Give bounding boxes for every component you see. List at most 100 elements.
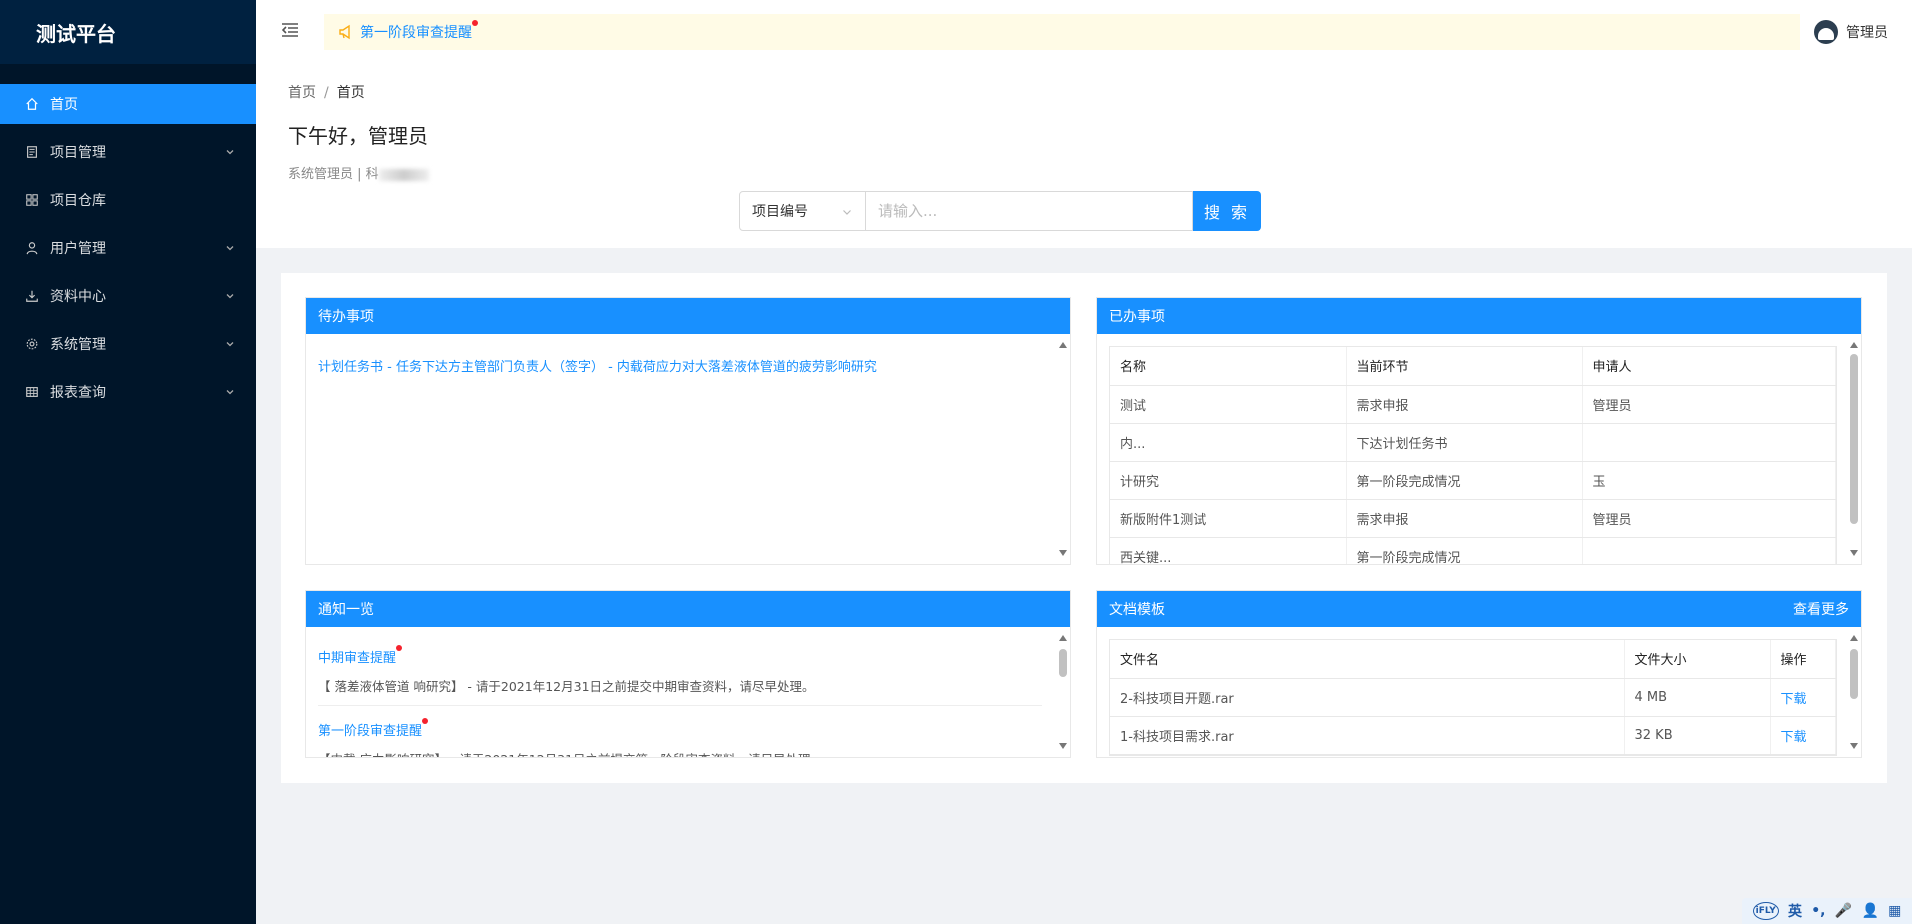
avatar bbox=[1814, 20, 1838, 44]
sidebar-item-user-management[interactable]: 用户管理 bbox=[0, 228, 256, 268]
todo-scrollbar[interactable] bbox=[1058, 342, 1068, 556]
chevron-down-icon bbox=[843, 210, 851, 215]
scroll-up-arrow[interactable] bbox=[1850, 342, 1858, 348]
column-header: 操作 bbox=[1770, 640, 1836, 679]
scroll-down-arrow[interactable] bbox=[1059, 550, 1067, 556]
notice-text[interactable]: 第一阶段审查提醒 bbox=[360, 20, 478, 42]
chevron-down-icon bbox=[226, 294, 234, 299]
sidebar-menu: 首页 项目管理 项目仓库 用户管理 资料中心 系统管理 报表查询 bbox=[0, 84, 256, 412]
microphone-icon[interactable]: 🎤 bbox=[1835, 903, 1852, 919]
notice-card-title: 通知一览 bbox=[318, 602, 374, 618]
file-name: 1-科技项目需求.rar bbox=[1110, 716, 1625, 755]
table-row[interactable]: 计研究 第一阶段完成情况玉 bbox=[1110, 461, 1836, 500]
docs-card: 文档模板 查看更多 文件名 文件大小 操作 2-科技项目开题.rar 4 MB 下载… bbox=[1096, 590, 1862, 758]
home-icon bbox=[24, 96, 40, 112]
punctuation-icon[interactable]: •, bbox=[1811, 903, 1825, 919]
page-title: 下午好，管理员 bbox=[288, 124, 428, 148]
done-card: 已办事项 名称 当前环节 申请人 测试 需求申报 管理员 内... 下达计划任务书 计… bbox=[1096, 297, 1862, 565]
docs-table: 文件名 文件大小 操作 2-科技项目开题.rar 4 MB 下载 1-科技项目需求.… bbox=[1109, 639, 1837, 756]
todo-card-body: 计划任务书 - 任务下达方主管部门负责人（签字） - 内载荷应力对大落差液体管道… bbox=[306, 334, 1070, 564]
scroll-thumb[interactable] bbox=[1850, 649, 1858, 699]
scroll-thumb[interactable] bbox=[1059, 649, 1067, 677]
view-more-link[interactable]: 查看更多 bbox=[1793, 599, 1849, 619]
docs-scrollbar[interactable] bbox=[1849, 635, 1859, 749]
todo-card-header: 待办事项 bbox=[306, 298, 1070, 334]
sidebar-item-project-repo[interactable]: 项目仓库 bbox=[0, 180, 256, 220]
scroll-up-arrow[interactable] bbox=[1059, 635, 1067, 641]
search-button[interactable]: 搜 索 bbox=[1193, 191, 1261, 231]
sidebar-item-project-management[interactable]: 项目管理 bbox=[0, 132, 256, 172]
sidebar-item-resource-center[interactable]: 资料中心 bbox=[0, 276, 256, 316]
scroll-down-arrow[interactable] bbox=[1059, 743, 1067, 749]
sidebar-item-system-management[interactable]: 系统管理 bbox=[0, 324, 256, 364]
user-role: 系统管理员 | 科 bbox=[288, 163, 429, 182]
apps-grid-icon[interactable]: ▦ bbox=[1888, 903, 1901, 919]
notice-label: 第一阶段审查提醒 bbox=[360, 25, 472, 41]
done-scrollbar[interactable] bbox=[1849, 342, 1859, 556]
breadcrumb-item[interactable]: 首页 bbox=[288, 85, 316, 101]
select-value: 项目编号 bbox=[752, 204, 808, 220]
notice-card-header: 通知一览 bbox=[306, 591, 1070, 627]
table-cell: 第一阶段完成情况 bbox=[1346, 461, 1583, 500]
table-row[interactable]: 内... 下达计划任务书 bbox=[1110, 423, 1836, 462]
table-cell: 需求申报 bbox=[1346, 499, 1583, 538]
table-row[interactable]: 新版附件1测试 需求申报 管理员 bbox=[1110, 499, 1836, 538]
notice-bar[interactable]: 第一阶段审查提醒 bbox=[324, 14, 1800, 50]
table-row: 2-科技项目开题.rar 4 MB 下载 bbox=[1110, 678, 1836, 717]
notice-item-desc: 【内载 应力影响研究】 - 请于2021年12月31日之前提交第一阶段审查资料，… bbox=[318, 749, 1042, 757]
download-link[interactable]: 下载 bbox=[1770, 678, 1836, 717]
gear-icon bbox=[24, 336, 40, 352]
redacted-text bbox=[378, 168, 429, 181]
sidebar-item-report-query[interactable]: 报表查询 bbox=[0, 372, 256, 412]
sidebar-item-label: 报表查询 bbox=[50, 385, 106, 401]
table-row[interactable]: 西关键... 第一阶段完成情况 bbox=[1110, 537, 1836, 564]
table-cell: 需求申报 bbox=[1346, 385, 1583, 424]
table-row[interactable]: 测试 需求申报 管理员 bbox=[1110, 385, 1836, 424]
table-cell: 管理员 bbox=[1582, 385, 1836, 424]
notice-list: 中期审查提醒 【 落差液体管道 响研究】 - 请于2021年12月31日之前提交… bbox=[318, 645, 1042, 757]
breadcrumb-current: 首页 bbox=[336, 85, 365, 101]
scroll-up-arrow[interactable] bbox=[1850, 635, 1858, 641]
table-cell: 内... bbox=[1110, 423, 1347, 462]
file-name: 2-科技项目开题.rar bbox=[1110, 678, 1625, 717]
notice-title-text: 第一阶段审查提醒 bbox=[318, 724, 423, 739]
top-header: 第一阶段审查提醒 管理员 bbox=[256, 0, 1912, 64]
table-cell: 新版附件1测试 bbox=[1110, 499, 1347, 538]
table-cell bbox=[1582, 537, 1836, 564]
search-input[interactable] bbox=[866, 191, 1193, 231]
docs-card-header: 文档模板 查看更多 bbox=[1097, 591, 1861, 627]
table-header-row: 文件名 文件大小 操作 bbox=[1110, 640, 1836, 679]
notice-scrollbar[interactable] bbox=[1058, 635, 1068, 749]
user-icon bbox=[24, 240, 40, 256]
search-field-select[interactable]: 项目编号 bbox=[739, 191, 866, 231]
ime-language-toggle[interactable]: 英 bbox=[1788, 901, 1802, 921]
chevron-down-icon bbox=[226, 342, 234, 347]
column-header: 文件名 bbox=[1110, 640, 1625, 679]
sidebar-item-label: 项目管理 bbox=[50, 145, 106, 161]
done-table: 名称 当前环节 申请人 测试 需求申报 管理员 内... 下达计划任务书 计研究 第一阶… bbox=[1109, 346, 1837, 564]
scroll-up-arrow[interactable] bbox=[1059, 342, 1067, 348]
download-link[interactable]: 下载 bbox=[1770, 716, 1836, 755]
table-cell: 计研究 bbox=[1110, 461, 1347, 500]
sidebar-item-label: 资料中心 bbox=[50, 289, 106, 305]
scroll-thumb[interactable] bbox=[1850, 354, 1858, 524]
column-header: 当前环节 bbox=[1346, 347, 1583, 386]
notice-title-text: 中期审查提醒 bbox=[318, 651, 397, 666]
notice-card-body: 中期审查提醒 【 落差液体管道 响研究】 - 请于2021年12月31日之前提交… bbox=[306, 627, 1070, 757]
notice-item-title[interactable]: 中期审查提醒 bbox=[318, 645, 403, 666]
user-icon[interactable]: 👤 bbox=[1861, 903, 1878, 919]
sidebar-item-home[interactable]: 首页 bbox=[0, 84, 256, 124]
menu-fold-icon[interactable] bbox=[280, 20, 300, 40]
ime-toolbar[interactable]: iFLY 英 •, 🎤 👤 ▦ bbox=[1742, 898, 1912, 924]
done-card-header: 已办事项 bbox=[1097, 298, 1861, 334]
table-cell bbox=[1582, 423, 1836, 462]
notice-item-title[interactable]: 第一阶段审查提醒 bbox=[318, 718, 429, 739]
user-menu[interactable]: 管理员 bbox=[1814, 20, 1888, 44]
todo-item-link[interactable]: 计划任务书 - 任务下达方主管部门负责人（签字） - 内载荷应力对大落差液体管道… bbox=[318, 356, 877, 375]
table-cell: 测试 bbox=[1110, 385, 1347, 424]
column-header: 文件大小 bbox=[1624, 640, 1771, 679]
scroll-down-arrow[interactable] bbox=[1850, 743, 1858, 749]
table-cell: 第一阶段完成情况 bbox=[1346, 537, 1583, 564]
unread-dot bbox=[472, 20, 478, 26]
scroll-down-arrow[interactable] bbox=[1850, 550, 1858, 556]
